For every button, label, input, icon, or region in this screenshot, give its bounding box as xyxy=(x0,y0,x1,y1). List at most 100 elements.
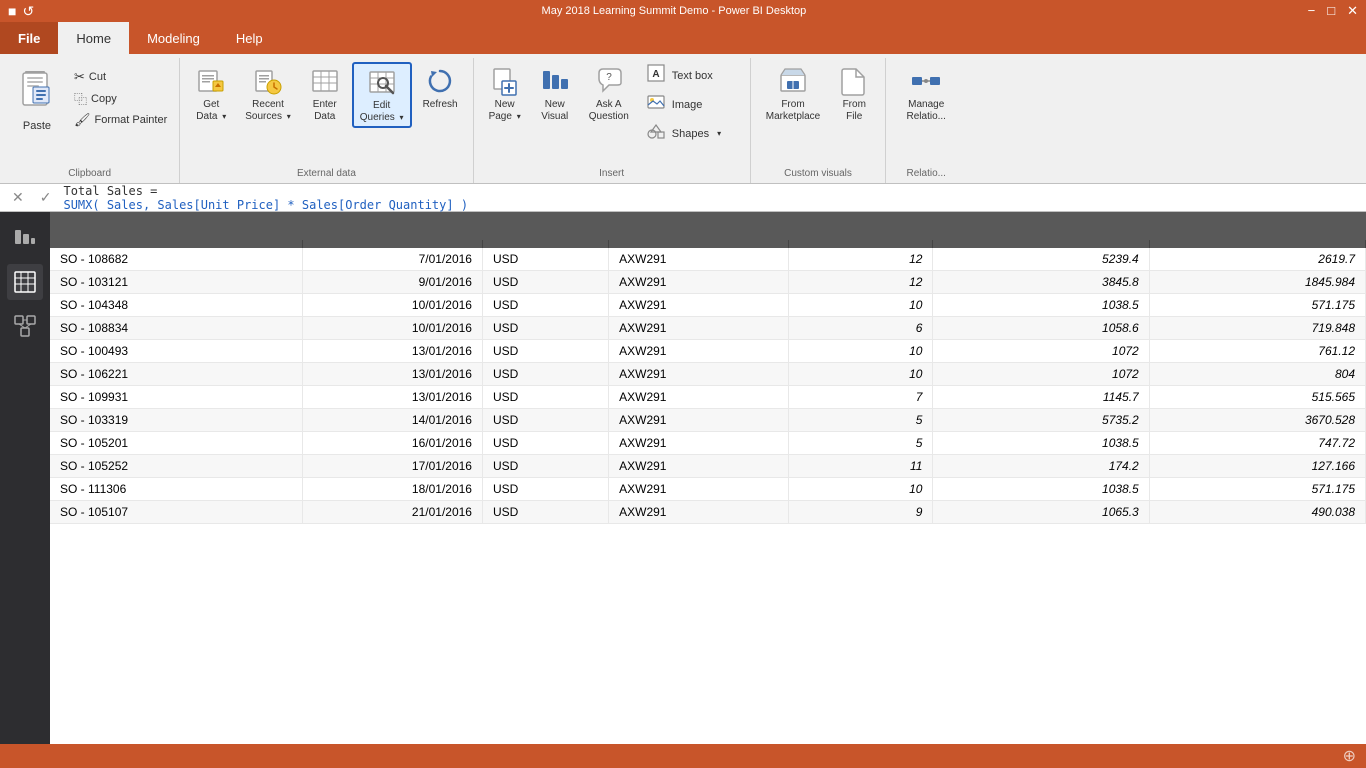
recent-sources-label: RecentSources ▾ xyxy=(245,99,290,123)
cut-icon: ✂ xyxy=(74,69,85,85)
text-box-icon: A xyxy=(646,64,666,87)
format-painter-icon: 🖌 xyxy=(74,112,91,128)
table-cell-1: SO - 109931 xyxy=(50,386,302,409)
table-cell-6: 5735.2 xyxy=(933,409,1149,432)
table-cell-1: SO - 105107 xyxy=(50,501,302,524)
cut-button[interactable]: ✂ Cut xyxy=(70,68,171,86)
table-cell-3: USD xyxy=(482,501,608,524)
maximize-btn[interactable]: □ xyxy=(1327,3,1335,19)
table-cell-7: 747.72 xyxy=(1149,432,1365,455)
tab-modeling[interactable]: Modeling xyxy=(129,22,218,54)
paste-label: Paste xyxy=(23,120,51,132)
col-header-7 xyxy=(1149,240,1365,248)
table-row[interactable]: SO - 10622113/01/2016USDAXW291101072804 xyxy=(50,363,1366,386)
table-cell-7: 571.175 xyxy=(1149,294,1365,317)
svg-text:?: ? xyxy=(606,72,612,83)
table-cell-3: USD xyxy=(482,294,608,317)
table-cell-4: AXW291 xyxy=(609,248,789,271)
text-image-shapes-group: A Text box Image Shapes ▾ xyxy=(640,62,738,147)
get-data-icon xyxy=(195,65,227,97)
table-row[interactable]: SO - 10049313/01/2016USDAXW291101072761.… xyxy=(50,340,1366,363)
recent-sources-button[interactable]: RecentSources ▾ xyxy=(238,62,297,126)
format-painter-button[interactable]: 🖌 Format Painter xyxy=(70,111,171,129)
table-row[interactable]: SO - 10331914/01/2016USDAXW29155735.2367… xyxy=(50,409,1366,432)
confirm-formula-button[interactable]: ✓ xyxy=(36,187,56,208)
table-row[interactable]: SO - 10883410/01/2016USDAXW29161058.6719… xyxy=(50,317,1366,340)
from-file-button[interactable]: FromFile xyxy=(831,62,877,126)
edit-queries-button[interactable]: EditQueries ▾ xyxy=(352,62,412,128)
table-row[interactable]: SO - 10525217/01/2016USDAXW29111174.2127… xyxy=(50,455,1366,478)
copy-button[interactable]: ⿻ Copy xyxy=(70,88,171,109)
table-row[interactable]: SO - 1086827/01/2016USDAXW291125239.4261… xyxy=(50,248,1366,271)
table-cell-5: 10 xyxy=(789,478,933,501)
report-view-icon[interactable] xyxy=(7,220,43,256)
clipboard-section: Paste ✂ Cut ⿻ Copy 🖌 Format Painter Clip… xyxy=(0,58,180,183)
ribbon: Paste ✂ Cut ⿻ Copy 🖌 Format Painter Clip… xyxy=(0,54,1366,184)
status-icon: ⊕ xyxy=(1343,746,1356,766)
new-page-button[interactable]: NewPage ▾ xyxy=(482,62,528,126)
data-table-container[interactable]: SO - 1086827/01/2016USDAXW291125239.4261… xyxy=(50,212,1366,744)
text-box-button[interactable]: A Text box xyxy=(640,62,730,89)
shapes-button[interactable]: Shapes ▾ xyxy=(640,120,730,147)
col-header-6 xyxy=(933,240,1149,248)
recent-sources-icon xyxy=(252,65,284,97)
tab-file[interactable]: File xyxy=(0,22,58,54)
refresh-icon xyxy=(424,65,456,97)
relationships-label: Relatio... xyxy=(894,166,958,183)
table-row[interactable]: SO - 10520116/01/2016USDAXW29151038.5747… xyxy=(50,432,1366,455)
main-content: SO - 1086827/01/2016USDAXW291125239.4261… xyxy=(0,212,1366,744)
table-cell-6: 1038.5 xyxy=(933,478,1149,501)
ask-question-button[interactable]: ? Ask AQuestion xyxy=(582,62,636,126)
new-visual-button[interactable]: NewVisual xyxy=(532,62,578,126)
edit-queries-label: EditQueries ▾ xyxy=(360,100,404,124)
table-cell-7: 2619.7 xyxy=(1149,248,1365,271)
manage-relationships-button[interactable]: ManageRelatio... xyxy=(900,62,953,126)
table-row[interactable]: SO - 10510721/01/2016USDAXW29191065.3490… xyxy=(50,501,1366,524)
from-marketplace-button[interactable]: FromMarketplace xyxy=(759,62,827,126)
table-cell-1: SO - 103319 xyxy=(50,409,302,432)
table-row[interactable]: SO - 10993113/01/2016USDAXW29171145.7515… xyxy=(50,386,1366,409)
image-icon xyxy=(646,93,666,116)
enter-data-button[interactable]: EnterData xyxy=(302,62,348,126)
table-cell-1: SO - 105201 xyxy=(50,432,302,455)
table-row[interactable]: SO - 10434810/01/2016USDAXW291101038.557… xyxy=(50,294,1366,317)
table-cell-1: SO - 100493 xyxy=(50,340,302,363)
formula-line2: SUMX( Sales, Sales[Unit Price] * Sales[O… xyxy=(63,198,468,212)
table-cell-6: 3845.8 xyxy=(933,271,1149,294)
new-visual-label: NewVisual xyxy=(541,99,568,123)
close-btn[interactable]: ✕ xyxy=(1347,3,1358,19)
table-cell-2: 9/01/2016 xyxy=(302,271,482,294)
tab-home[interactable]: Home xyxy=(58,22,129,54)
table-cell-1: SO - 104348 xyxy=(50,294,302,317)
status-bar: ⊕ xyxy=(0,744,1366,768)
text-box-label: Text box xyxy=(672,70,713,82)
table-cell-7: 804 xyxy=(1149,363,1365,386)
new-page-label: NewPage ▾ xyxy=(489,99,521,123)
model-view-icon[interactable] xyxy=(7,308,43,344)
table-row[interactable]: SO - 1031219/01/2016USDAXW291123845.8184… xyxy=(50,271,1366,294)
table-cell-5: 5 xyxy=(789,409,933,432)
refresh-button[interactable]: Refresh xyxy=(416,62,465,114)
external-data-label: External data xyxy=(188,166,464,183)
image-button[interactable]: Image xyxy=(640,91,730,118)
insert-section-label: Insert xyxy=(482,166,742,183)
paste-button[interactable]: Paste xyxy=(8,62,66,137)
tab-help[interactable]: Help xyxy=(218,22,281,54)
table-cell-7: 127.166 xyxy=(1149,455,1365,478)
table-cell-3: USD xyxy=(482,271,608,294)
table-cell-2: 10/01/2016 xyxy=(302,317,482,340)
table-cell-7: 3670.528 xyxy=(1149,409,1365,432)
new-page-icon xyxy=(489,65,521,97)
col-header-1 xyxy=(50,240,302,248)
clipboard-small-btns: ✂ Cut ⿻ Copy 🖌 Format Painter xyxy=(70,68,171,129)
col-header-5 xyxy=(789,240,933,248)
cancel-formula-button[interactable]: ✕ xyxy=(8,187,28,208)
data-view-icon[interactable] xyxy=(7,264,43,300)
custom-visuals-section: FromMarketplace FromFile Custom visuals xyxy=(751,58,886,183)
table-cell-3: USD xyxy=(482,478,608,501)
table-row[interactable]: SO - 11130618/01/2016USDAXW291101038.557… xyxy=(50,478,1366,501)
get-data-button[interactable]: GetData ▾ xyxy=(188,62,234,126)
table-cell-2: 13/01/2016 xyxy=(302,363,482,386)
table-cell-1: SO - 105252 xyxy=(50,455,302,478)
minimize-btn[interactable]: − xyxy=(1308,3,1316,19)
